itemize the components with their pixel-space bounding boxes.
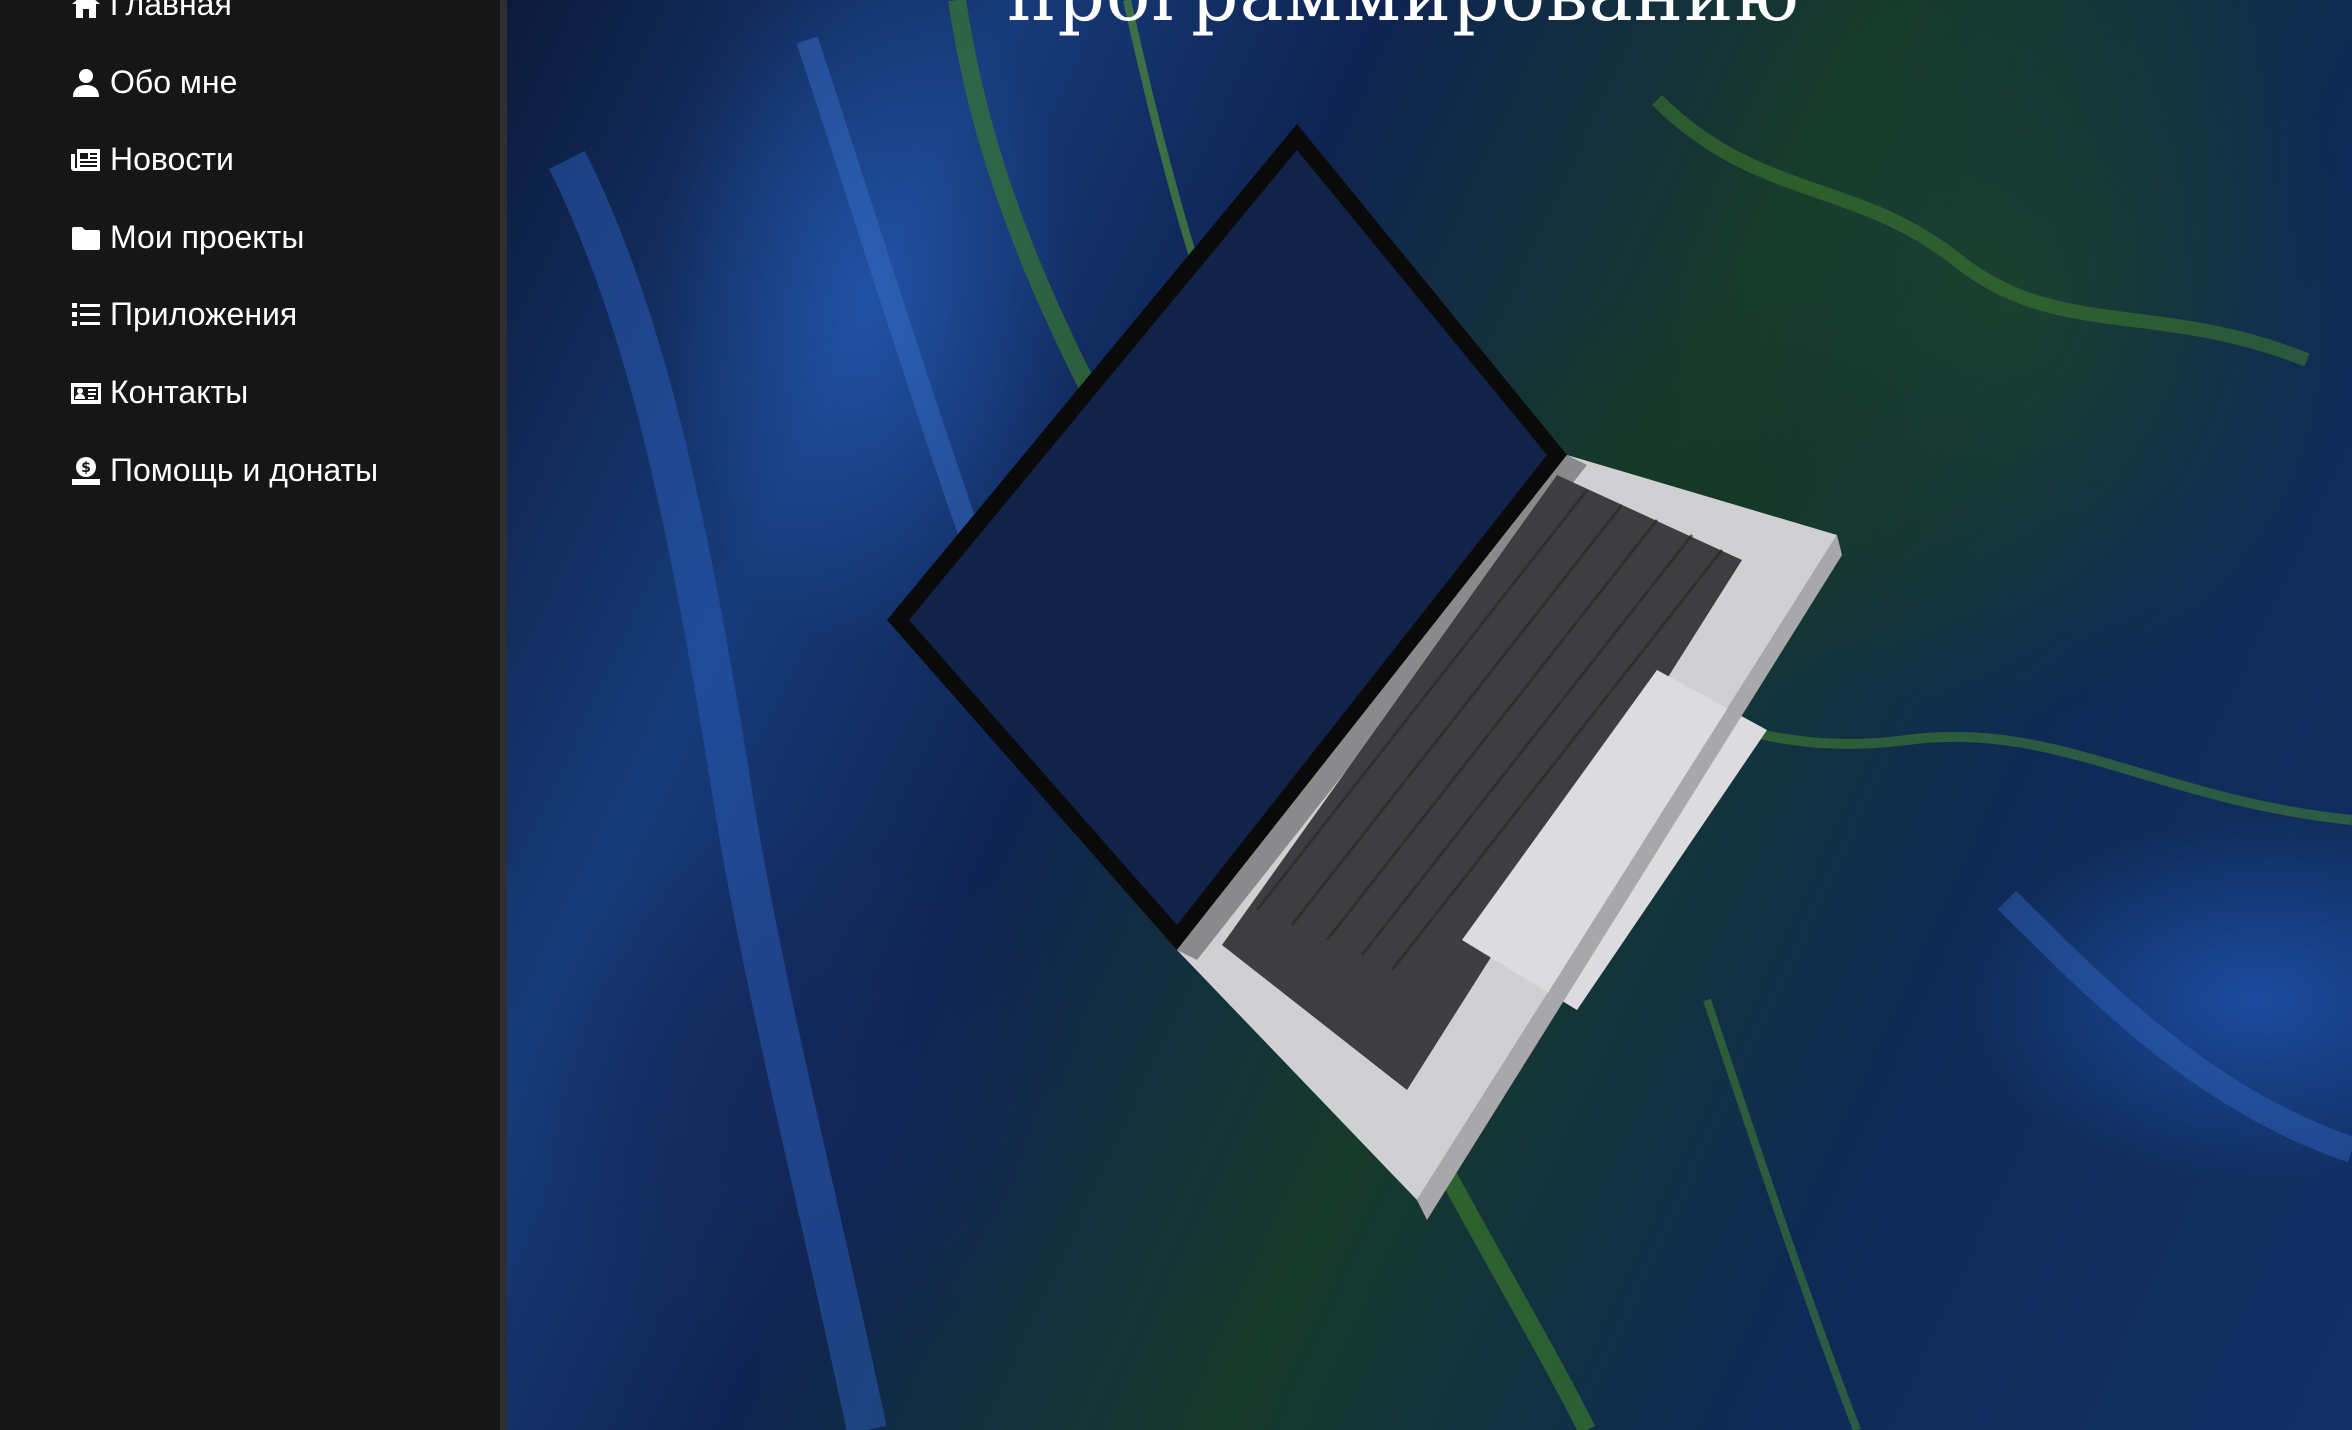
id-card-icon bbox=[68, 375, 104, 411]
sidebar-item-label: Главная bbox=[110, 0, 232, 22]
sidebar-item-label: Мои проекты bbox=[110, 219, 305, 255]
hero-title: программированию bbox=[507, 0, 2326, 38]
home-icon bbox=[68, 0, 104, 23]
sidebar-item-label: Контакты bbox=[110, 374, 249, 410]
hero-section: программированию bbox=[507, 0, 2352, 1430]
sidebar-item-about[interactable]: Обо мне bbox=[68, 64, 237, 101]
laptop-image bbox=[887, 124, 1842, 1220]
donate-icon: $ bbox=[68, 453, 104, 489]
sidebar-item-projects[interactable]: Мои проекты bbox=[68, 219, 304, 256]
sidebar: Главная Обо мне Новости Мои проекты Прил… bbox=[0, 0, 507, 1430]
sidebar-item-contacts[interactable]: Контакты bbox=[68, 374, 248, 411]
sidebar-item-news[interactable]: Новости bbox=[68, 141, 234, 178]
sidebar-item-label: Обо мне bbox=[110, 64, 238, 100]
user-icon bbox=[68, 65, 104, 101]
newspaper-icon bbox=[68, 142, 104, 178]
sidebar-item-label: Приложения bbox=[110, 296, 298, 332]
folder-icon bbox=[68, 220, 104, 256]
sidebar-item-label: Новости bbox=[110, 141, 234, 177]
list-icon bbox=[68, 297, 104, 333]
sidebar-item-donate[interactable]: $ Помощь и донаты bbox=[68, 452, 378, 489]
sidebar-item-label: Помощь и донаты bbox=[110, 452, 379, 488]
sidebar-item-apps[interactable]: Приложения bbox=[68, 296, 297, 333]
svg-text:$: $ bbox=[81, 460, 91, 476]
sidebar-item-home[interactable]: Главная bbox=[68, 0, 232, 23]
